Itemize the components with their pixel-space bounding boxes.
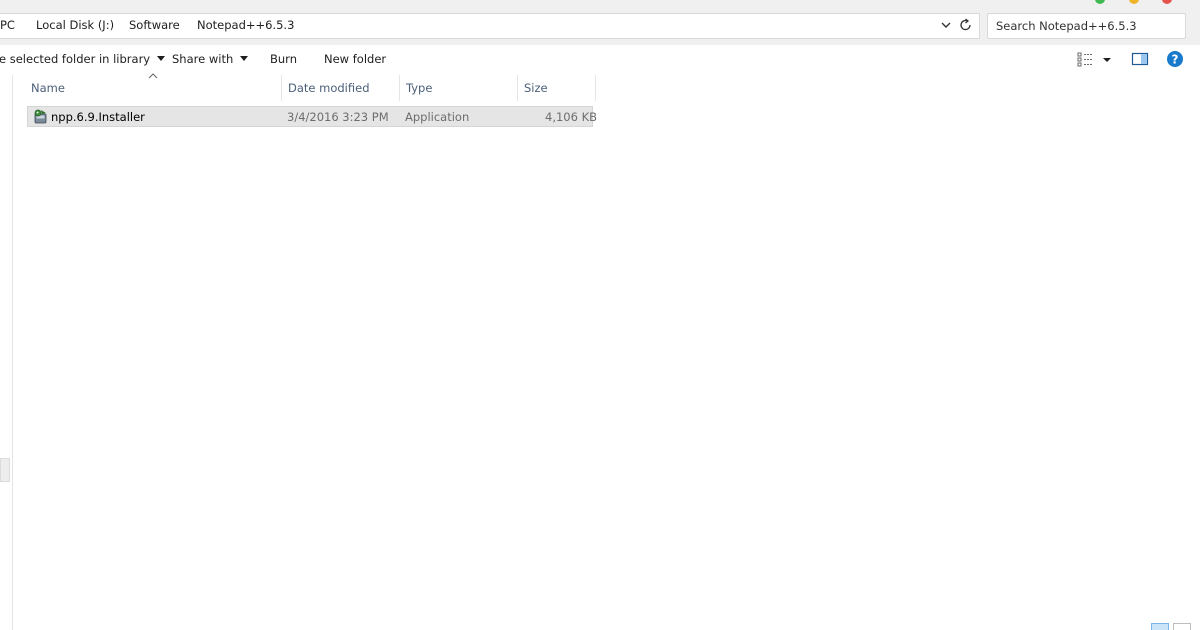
file-size: 4,106 KB [545, 110, 598, 124]
column-header-type[interactable]: Type [400, 75, 518, 101]
file-explorer-window: PC Local Disk (J:) Software Notepad++6.5… [0, 0, 1200, 630]
search-input[interactable]: Search Notepad++6.5.3 [987, 13, 1186, 39]
share-with-label: Share with [172, 52, 234, 66]
search-placeholder: Search Notepad++6.5.3 [996, 19, 1137, 33]
close-window-dot[interactable] [1162, 0, 1172, 4]
chevron-down-icon[interactable] [938, 16, 954, 34]
breadcrumb-pc[interactable]: PC [0, 18, 15, 32]
svg-text:?: ? [1172, 53, 1179, 67]
new-folder-button[interactable]: New folder [324, 52, 386, 66]
nav-scrollbar-thumb[interactable] [0, 458, 10, 482]
share-with-button[interactable]: Share with [172, 52, 249, 66]
burn-button[interactable]: Burn [270, 52, 297, 66]
breadcrumb-notepad[interactable]: Notepad++6.5.3 [197, 18, 294, 32]
large-icons-view-toggle[interactable] [1173, 623, 1191, 630]
file-row[interactable]: npp.6.9.Installer 3/4/2016 3:23 PM Appli… [27, 106, 597, 127]
breadcrumb-software[interactable]: Software [129, 18, 180, 32]
sort-ascending-icon [148, 72, 158, 83]
minimize-window-dot[interactable] [1129, 0, 1139, 4]
command-bar: e selected folder in library Share with … [0, 45, 1200, 75]
address-bar-row: PC Local Disk (J:) Software Notepad++6.5… [0, 0, 1200, 45]
maximize-window-dot[interactable] [1095, 0, 1105, 4]
column-header-date-modified[interactable]: Date modified [282, 75, 400, 101]
preview-pane-icon[interactable] [1131, 51, 1149, 71]
breadcrumb-local-disk[interactable]: Local Disk (J:) [36, 18, 114, 32]
caret-down-icon [240, 56, 249, 61]
navigation-pane[interactable] [0, 75, 13, 630]
file-type: Application [405, 110, 470, 124]
installer-icon [32, 108, 49, 125]
details-view-toggle[interactable] [1151, 623, 1169, 630]
help-icon[interactable]: ? [1166, 50, 1184, 72]
refresh-icon[interactable] [958, 16, 974, 34]
file-name: npp.6.9.Installer [51, 110, 145, 124]
include-in-library-button[interactable]: e selected folder in library [0, 52, 166, 66]
file-date-modified: 3/4/2016 3:23 PM [287, 110, 389, 124]
column-header-size[interactable]: Size [518, 75, 596, 101]
include-in-library-label: e selected folder in library [0, 52, 151, 66]
caret-down-icon [157, 56, 166, 61]
view-options-icon[interactable] [1077, 51, 1113, 71]
